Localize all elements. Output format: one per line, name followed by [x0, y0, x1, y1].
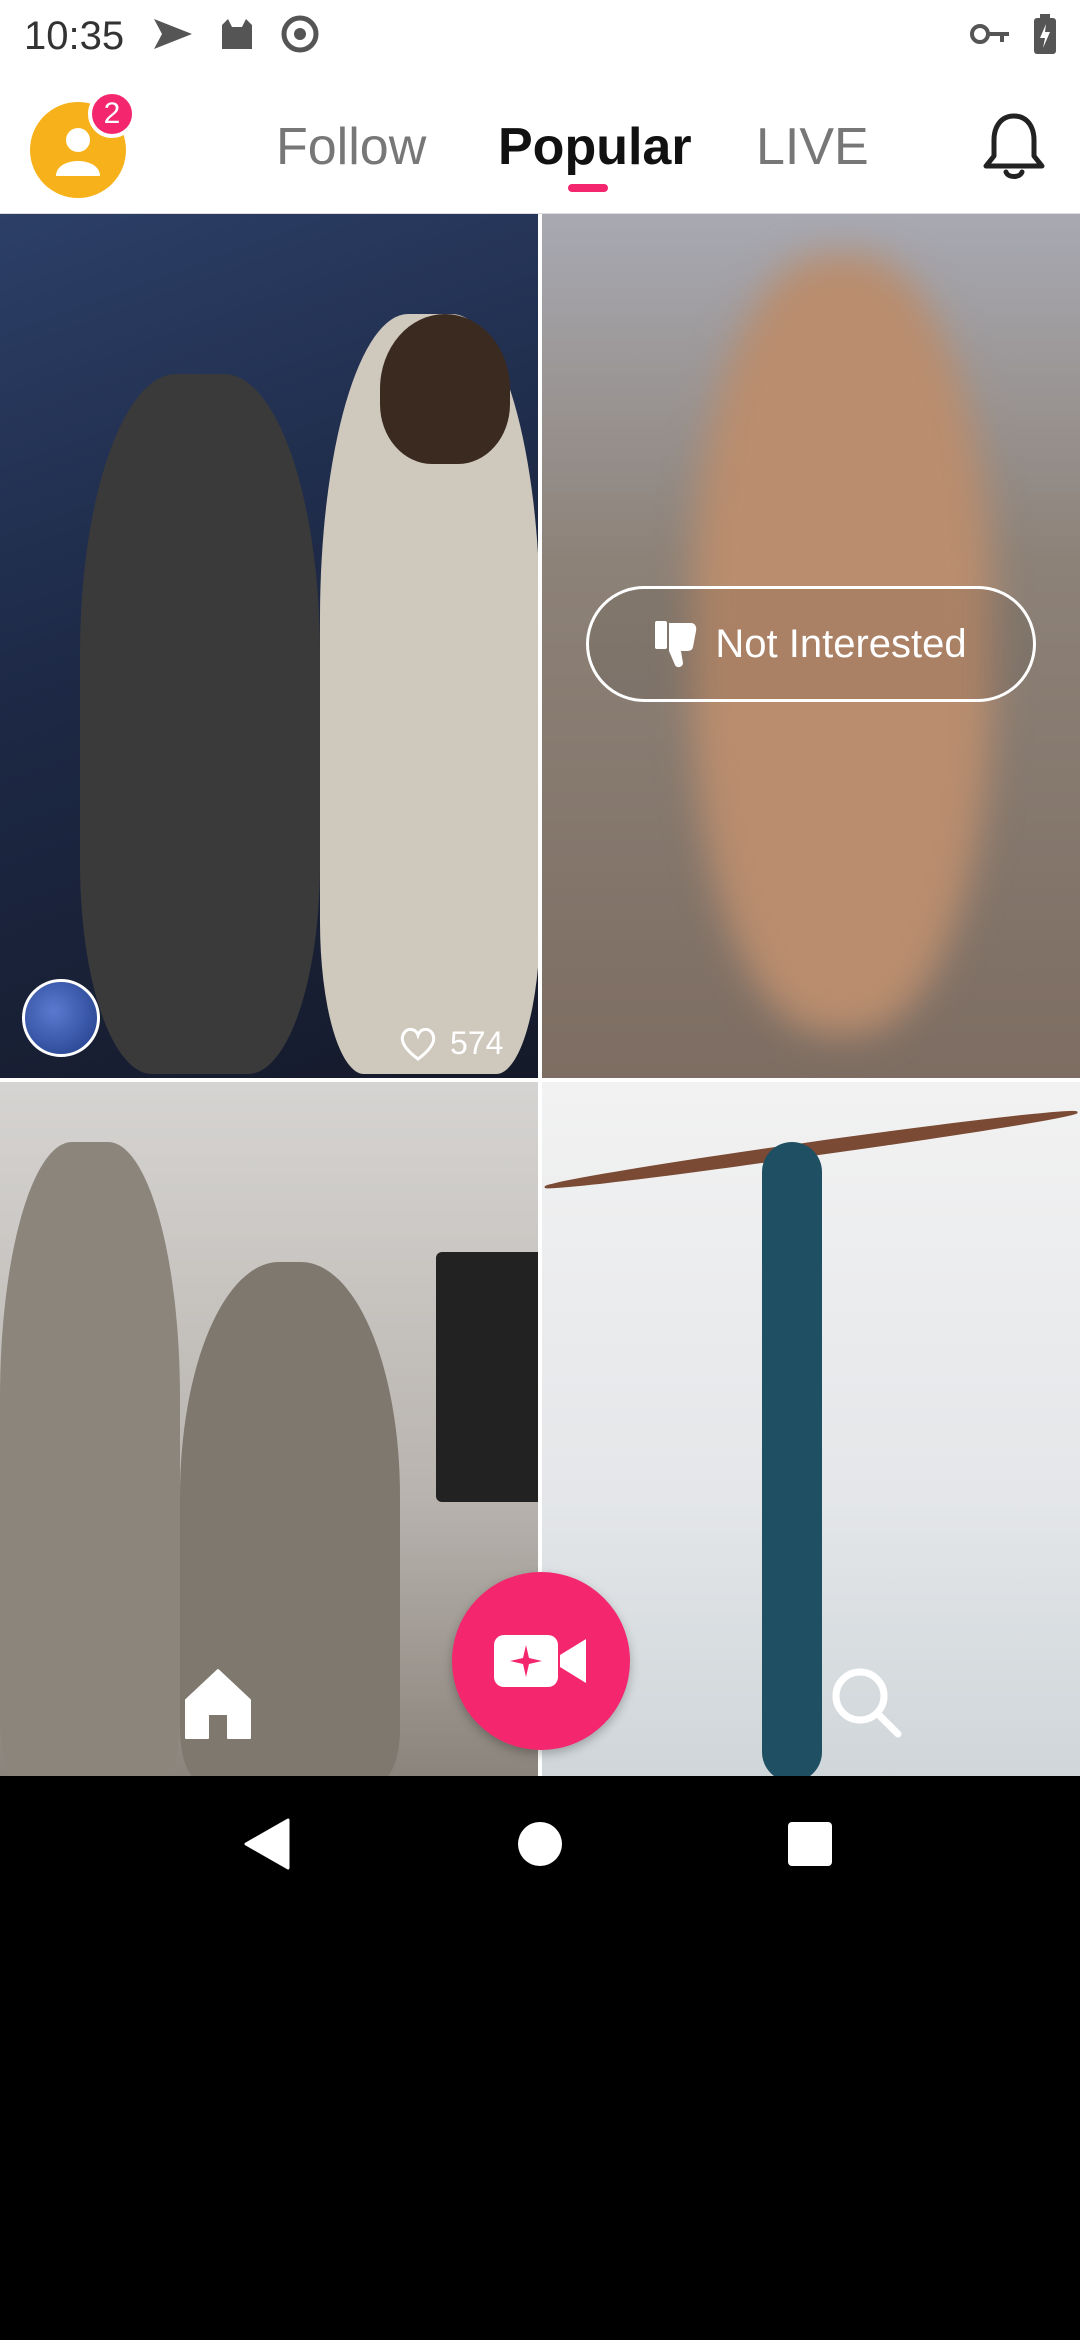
bottom-nav	[0, 1564, 1080, 1776]
video-thumbnail-content	[80, 374, 320, 1074]
video-tile-1[interactable]: 574	[0, 214, 538, 1078]
battery-charging-icon	[1034, 13, 1056, 59]
system-home-button[interactable]	[516, 1816, 564, 1877]
video-grid: 574 Not Interested	[0, 214, 1080, 1776]
recent-apps-icon	[788, 1822, 832, 1866]
system-recent-apps-button[interactable]	[786, 1816, 834, 1877]
search-button[interactable]	[828, 1664, 904, 1740]
creator-avatar[interactable]	[22, 979, 100, 1057]
system-back-button[interactable]	[242, 1816, 292, 1877]
status-icons-left	[152, 14, 320, 59]
key-icon	[970, 22, 1010, 51]
top-nav: 2 Follow Popular LIVE	[0, 72, 1080, 214]
cat-icon	[218, 17, 256, 56]
system-nav-bar	[0, 1776, 1080, 1920]
like-count: 574	[398, 1018, 503, 1068]
home-icon	[185, 1669, 251, 1739]
like-count-text: 574	[450, 1024, 504, 1061]
video-tile-2[interactable]: Not Interested	[542, 214, 1080, 1078]
notifications-button[interactable]	[980, 110, 1048, 182]
not-interested-label: Not Interested	[715, 621, 967, 666]
tab-follow[interactable]: Follow	[276, 112, 426, 182]
tab-live[interactable]: LIVE	[756, 112, 869, 182]
home-button[interactable]	[182, 1664, 254, 1744]
back-icon	[244, 1818, 290, 1870]
active-tab-indicator	[568, 184, 608, 192]
bell-icon	[983, 113, 1045, 179]
not-interested-button[interactable]: Not Interested	[586, 586, 1036, 702]
at-sign-icon	[280, 14, 320, 59]
thumbs-down-icon	[655, 621, 697, 668]
heart-icon	[400, 1027, 436, 1061]
video-thumbnail-content	[380, 314, 510, 464]
search-icon	[832, 1668, 902, 1738]
send-icon	[152, 17, 194, 56]
tab-bar: Follow Popular LIVE	[0, 72, 1080, 214]
record-video-icon	[494, 1635, 586, 1687]
status-time: 10:35	[24, 13, 125, 58]
status-bar: 10:35	[0, 0, 1080, 72]
video-thumbnail-content	[436, 1252, 538, 1502]
home-circle-icon	[518, 1822, 562, 1866]
record-video-button[interactable]	[452, 1572, 630, 1750]
status-icons-right	[970, 13, 1056, 59]
tab-popular[interactable]: Popular	[498, 112, 692, 182]
